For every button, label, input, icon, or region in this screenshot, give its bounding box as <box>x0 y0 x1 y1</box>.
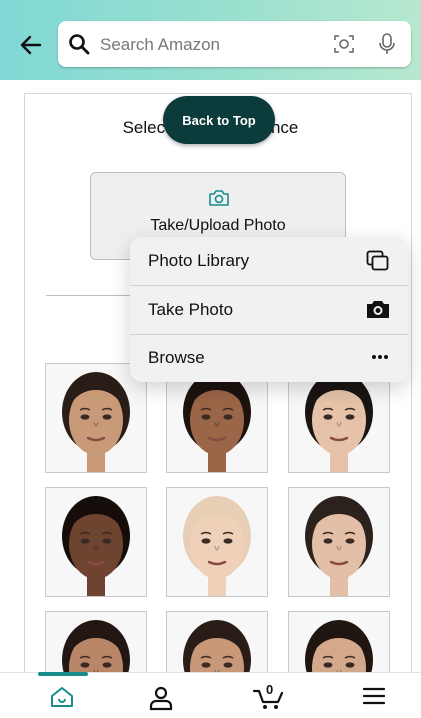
upload-button-label: Take/Upload Photo <box>150 217 286 234</box>
active-tab-indicator <box>38 672 88 676</box>
search-bar[interactable] <box>58 21 411 67</box>
back-to-top-button[interactable]: Back to Top <box>163 96 275 144</box>
face-model-thumbnail[interactable] <box>166 487 268 597</box>
face-model-thumbnail[interactable] <box>288 487 390 597</box>
menu-item-label: Browse <box>148 348 205 367</box>
account-icon[interactable] <box>148 685 174 716</box>
app-header <box>0 0 421 80</box>
menu-item-browse[interactable]: Browse <box>130 334 408 382</box>
camera-icon <box>208 189 230 212</box>
photo-source-menu: Photo Library Take Photo Browse <box>130 237 408 382</box>
menu-item-label: Photo Library <box>148 251 250 270</box>
home-icon[interactable] <box>49 685 75 714</box>
face-model-thumbnail[interactable] <box>45 611 147 674</box>
face-model-thumbnail[interactable] <box>166 611 268 674</box>
face-model-thumbnail[interactable] <box>288 611 390 674</box>
microphone-icon[interactable] <box>377 32 397 61</box>
menu-icon[interactable] <box>362 685 386 712</box>
camera-search-icon[interactable] <box>333 33 355 60</box>
cart-count-badge: 0 <box>266 682 274 697</box>
bottom-navigation: 0 <box>0 672 421 718</box>
back-arrow-icon[interactable] <box>18 32 44 58</box>
face-model-thumbnail[interactable] <box>45 487 147 597</box>
divider <box>46 295 132 296</box>
menu-item-take-photo[interactable]: Take Photo <box>130 286 408 334</box>
menu-item-photo-library[interactable]: Photo Library <box>130 237 408 285</box>
more-icon <box>370 347 390 372</box>
search-input[interactable] <box>98 31 322 59</box>
search-icon <box>68 33 90 60</box>
menu-item-label: Take Photo <box>148 300 234 319</box>
camera-icon <box>366 299 390 324</box>
photo-library-icon <box>366 250 390 277</box>
